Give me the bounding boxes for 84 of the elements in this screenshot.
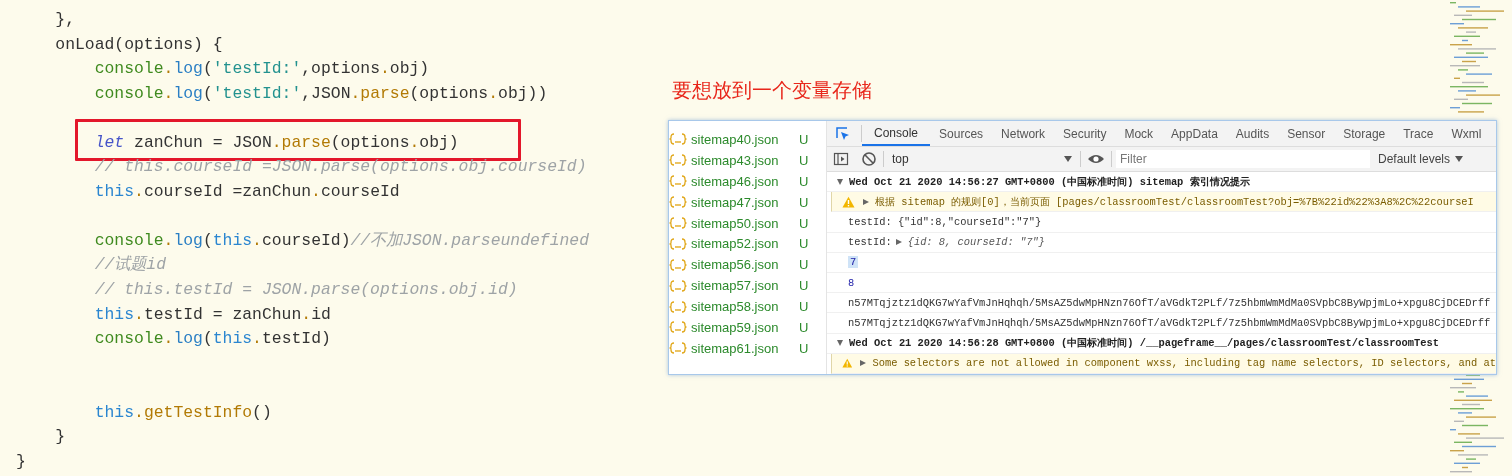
json-file-icon [669, 257, 687, 272]
code-line: }, [54, 10, 76, 29]
code-line: console.log('testId:',JSON.parse(options.obj)) [93, 83, 548, 103]
log-group-header: Wed Oct 21 2020 14:56:28 GMT+0800 (中国标准时间) /__pageframe__/pages/classroomTest/classroomTest [849, 336, 1439, 351]
code-line: //试题id [93, 255, 167, 275]
code-line: let zanChun = JSON.parse(options.obj) [93, 132, 459, 152]
file-item[interactable]: sitemap56.json U [669, 254, 826, 276]
warning-icon [842, 357, 853, 370]
file-item[interactable]: sitemap59.json U [669, 317, 826, 338]
file-item[interactable]: sitemap57.json U [669, 275, 826, 297]
code-line: this.courseId =zanChun.courseId [93, 181, 400, 201]
code-line: this.getTestInfo() [93, 402, 272, 422]
panel-tab[interactable]: Sensor [1278, 121, 1335, 146]
warning-message: Some selectors are not allowed in component wxss, including tag name selectors, ID selectors, and at [872, 357, 1496, 370]
git-status: U [799, 299, 809, 315]
git-status: U [799, 194, 809, 210]
file-item[interactable]: sitemap50.json U [669, 212, 826, 234]
json-file-icon [669, 174, 687, 189]
json-file-icon [669, 216, 687, 230]
code-line: // this.courseId =JSON.parse(options.obj.courseId) [93, 157, 587, 177]
code-line: } [54, 427, 66, 447]
panel-tab[interactable]: Mock [1115, 121, 1163, 146]
json-file-icon [669, 236, 687, 251]
json-file-icon [669, 299, 687, 314]
code-line: console.log(this.courseId)//不加JSON.parseundefined [93, 230, 590, 250]
file-item[interactable]: sitemap52.json U [669, 233, 826, 255]
git-status: U [799, 152, 809, 168]
file-item[interactable]: sitemap46.json U [669, 170, 826, 192]
panel-tab[interactable]: Security [1054, 121, 1116, 146]
log-label: testId: [848, 236, 892, 249]
expand-arrow-icon[interactable] [837, 340, 843, 347]
json-file-icon [669, 195, 687, 210]
code-line: onLoad(options) { [54, 34, 223, 54]
git-status: U [799, 278, 809, 294]
code-line: console.log(this.testId) [93, 329, 331, 349]
panel-tab[interactable]: Storage [1334, 121, 1395, 146]
file-item[interactable]: sitemap58.json U [669, 296, 826, 317]
json-file-icon [669, 341, 687, 356]
levels-dropdown[interactable]: Default levels [1378, 152, 1464, 166]
log-message: testId: {"id":8,"courseId":"7"} [848, 215, 1042, 228]
expand-arrow-icon[interactable] [860, 360, 867, 367]
panel-tab[interactable]: Wxml [1442, 121, 1491, 146]
git-status: U [799, 215, 809, 231]
log-number: 7 [848, 256, 859, 269]
git-status: U [799, 257, 809, 273]
log-group-header: Wed Oct 21 2020 14:56:27 GMT+0800 (中国标准时间) sitemap 索引情况提示 [849, 174, 1250, 189]
file-item[interactable]: sitemap47.json U [669, 191, 826, 213]
log-message: n57MTqjztz1dQKG7wYafVmJnHqhqh/5MsAZ5dwMpHNzn76OfT/aVGdkT2PLf/7z5hbmWmMdMa0SVpbC8ByWpjmLo+xpgu8CjDCEDrff [848, 316, 1491, 329]
file-item[interactable]: sitemap61.json U [669, 337, 826, 359]
expand-arrow-icon[interactable] [863, 198, 869, 205]
json-file-icon [669, 278, 687, 293]
code-line: this.testId = zanChun.id [93, 304, 331, 324]
code-line: console.log('testId:',options.obj) [93, 59, 430, 79]
filter-field[interactable]: Filter [1116, 150, 1370, 168]
code-line: // this.testId = JSON.parse(options.obj.id) [93, 280, 518, 299]
log-message: n57MTqjztz1dQKG7wYafVmJnHqhqh/5MsAZ5dwMpHNzn76OfT/aVGdkT2PLf/7z5hbmWmMdMa0SVpbC8ByWpjmLo+xpgu8CjDCEDrff [848, 296, 1491, 309]
panel-tab[interactable]: Network [992, 121, 1055, 146]
panel-tab[interactable]: Audits [1226, 121, 1279, 146]
git-status: U [799, 340, 809, 356]
git-status: U [799, 131, 809, 147]
sidebar-toggle-icon[interactable] [833, 151, 849, 167]
expand-arrow-icon[interactable] [895, 239, 902, 246]
clear-console-icon[interactable] [861, 151, 877, 167]
expand-arrow-icon[interactable] [837, 178, 843, 185]
eye-icon[interactable] [1087, 153, 1105, 165]
warning-message: 根据 sitemap 的规则[0]，当前页面 [pages/classroomTest/classroomTest?obj=%7B%22id%22%3A8%2C%22courseI [875, 194, 1474, 209]
annotation-text: 要想放到一个变量存储 [672, 78, 872, 102]
panel-tab[interactable]: AppData [1162, 121, 1227, 146]
json-file-icon [669, 153, 687, 168]
object-preview: {id: 8, courseId: "7"} [907, 236, 1045, 249]
json-file-icon [669, 132, 687, 147]
inspect-element-icon[interactable] [835, 125, 851, 142]
git-status: U [799, 236, 809, 252]
json-file-icon [669, 320, 687, 335]
git-status: U [799, 173, 809, 189]
warning-icon [842, 195, 855, 208]
context-select[interactable]: top [884, 152, 1080, 166]
git-status: U [799, 319, 809, 335]
file-item[interactable]: sitemap40.json U [669, 129, 826, 150]
panel-tab[interactable]: Trace [1394, 121, 1443, 146]
panel-tab[interactable]: Sources [930, 121, 993, 146]
file-item[interactable]: sitemap43.json U [669, 149, 826, 171]
code-line: } [16, 451, 26, 471]
log-number: 8 [848, 276, 855, 289]
